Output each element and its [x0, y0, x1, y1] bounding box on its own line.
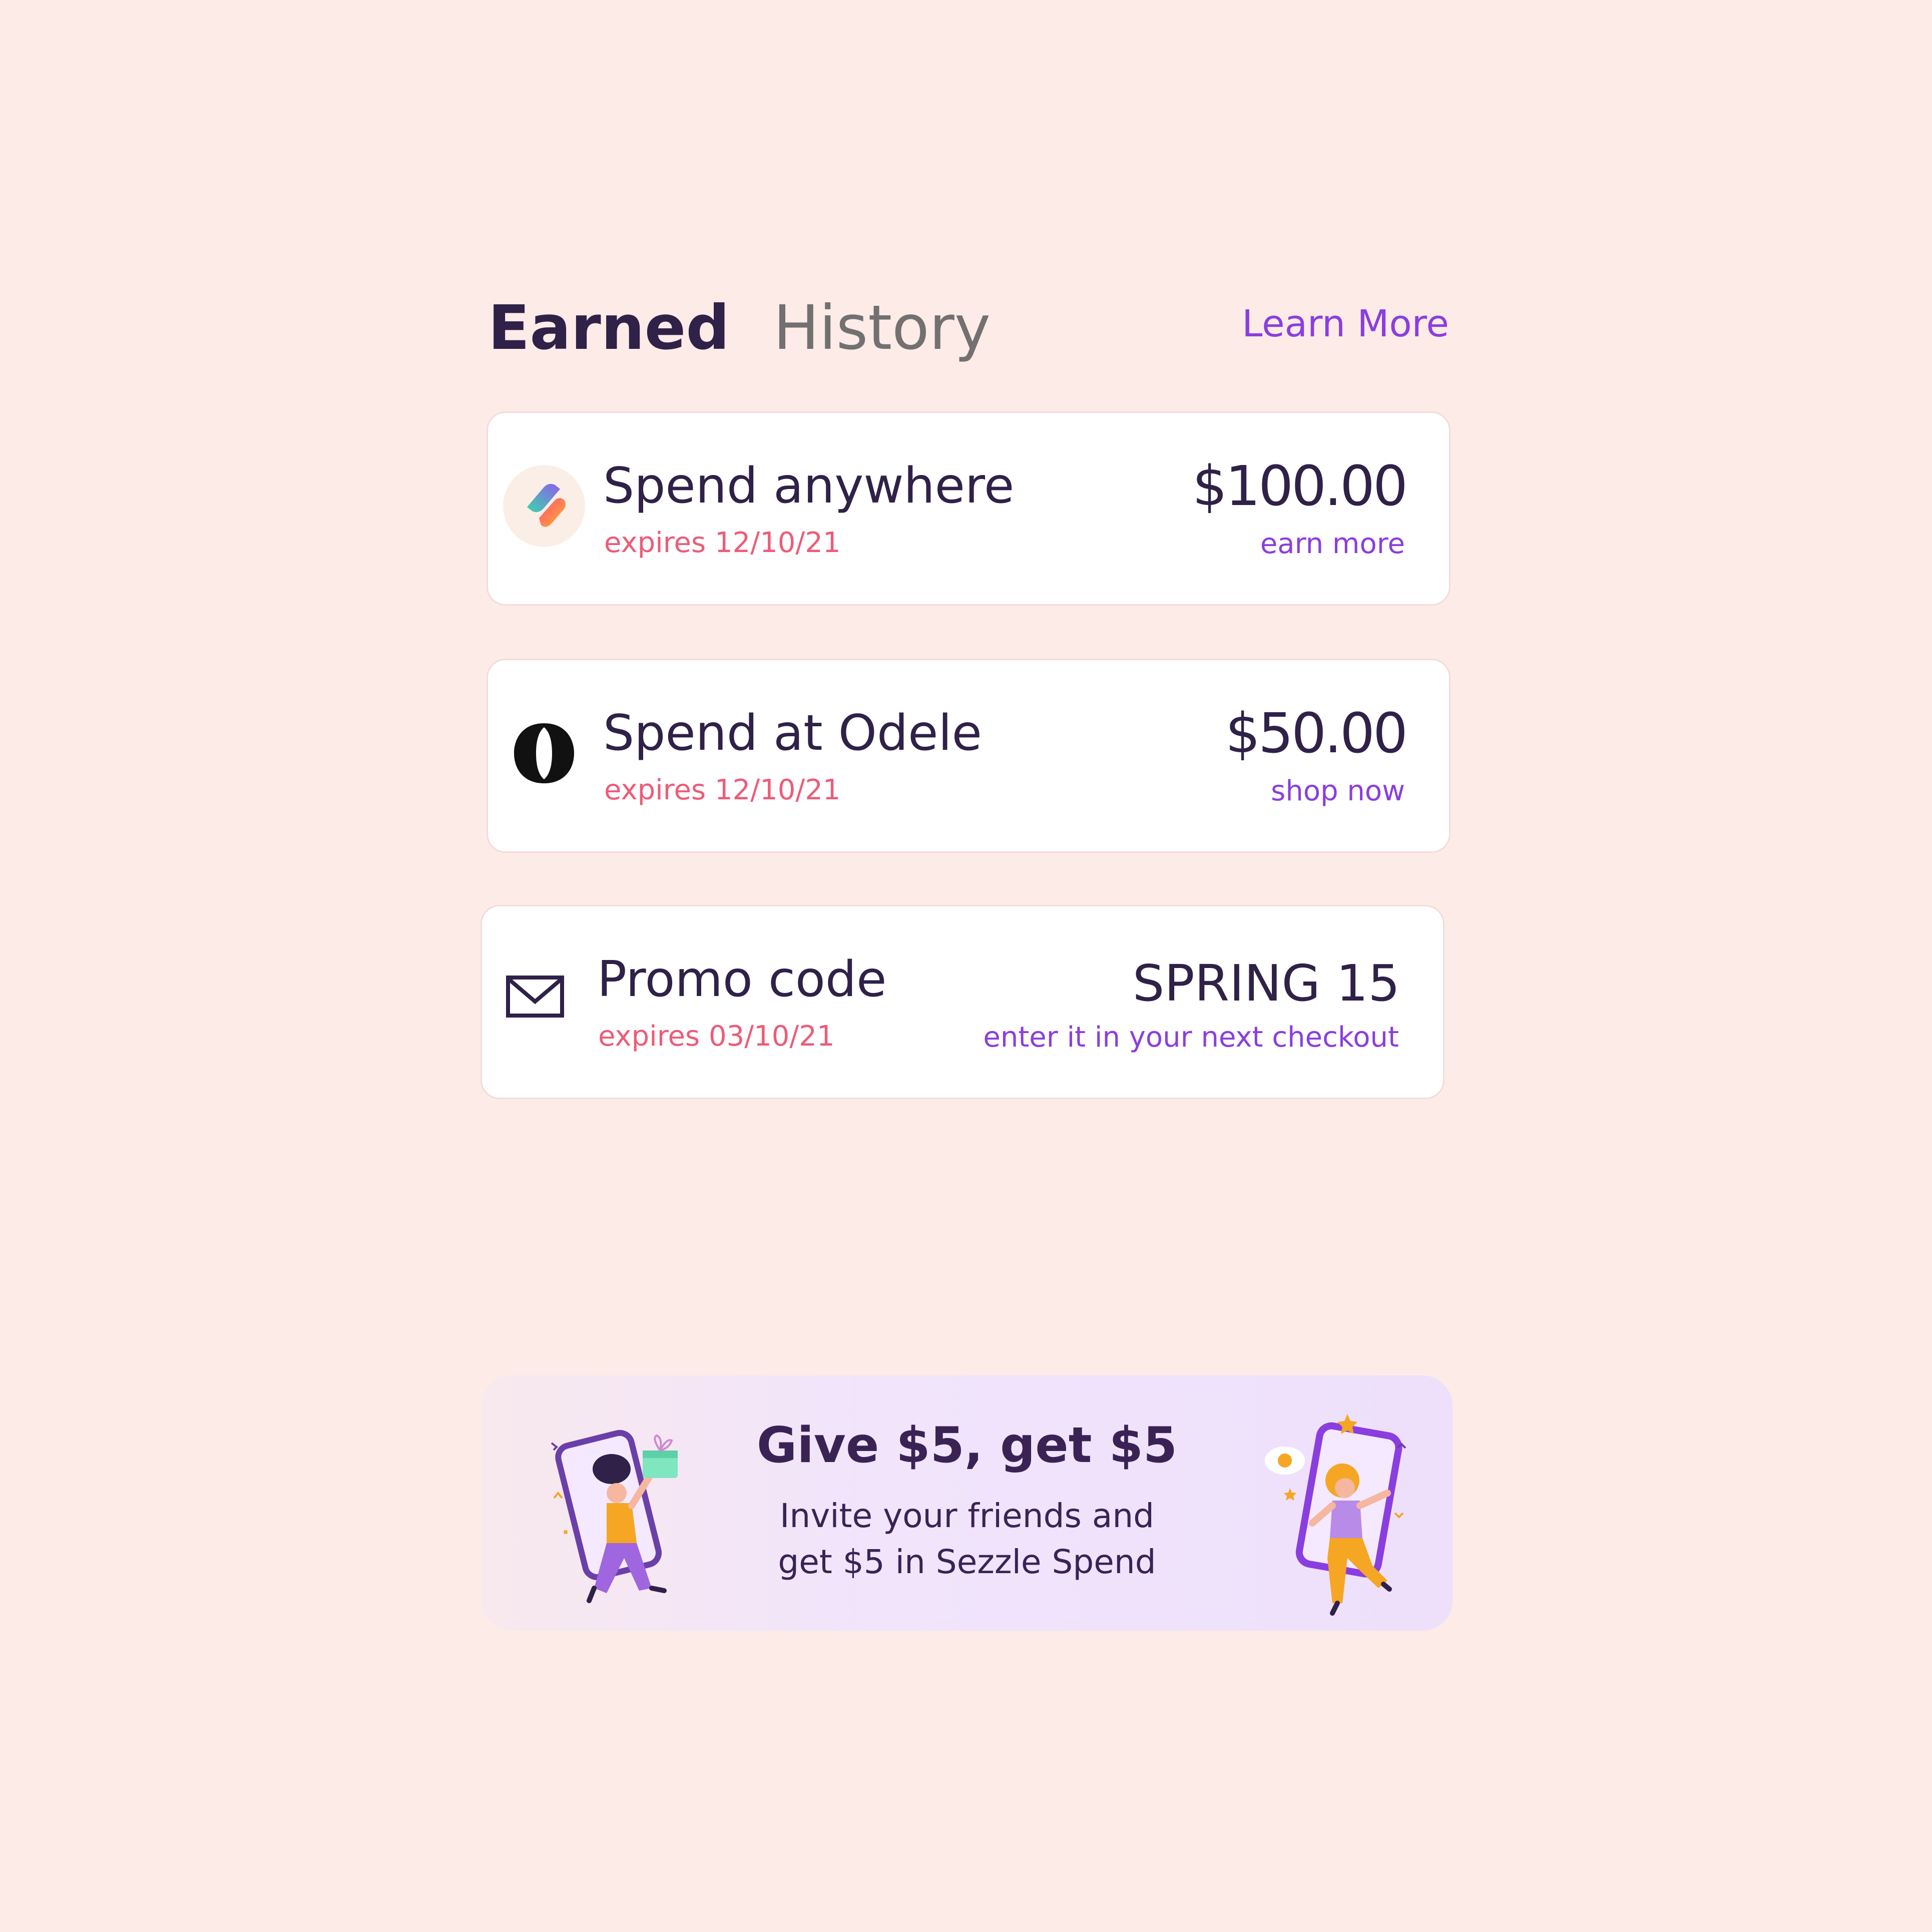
reward-card-odele[interactable]: Spend at Odele expires 12/10/21 $50.00 s… — [487, 659, 1451, 853]
learn-more-link[interactable]: Learn More — [1242, 299, 1449, 349]
earn-more-link[interactable]: earn more — [1260, 524, 1405, 564]
reward-amount: $100.00 — [1192, 454, 1408, 518]
tab-earned[interactable]: Earned — [488, 288, 730, 368]
odele-logo-icon — [503, 712, 585, 794]
reward-amount: $50.00 — [1225, 701, 1408, 765]
tab-bar: Earned History Learn More — [488, 288, 1449, 368]
promo-instruction: enter it in your next checkout — [983, 1021, 1399, 1054]
tab-history[interactable]: History — [773, 288, 991, 368]
sezzle-logo-icon — [503, 465, 585, 547]
reward-card-promo-code[interactable]: Promo code expires 03/10/21 SPRING 15 en… — [480, 905, 1444, 1099]
referral-banner[interactable]: Give $5, get $5 Invite your friends and … — [481, 1375, 1453, 1631]
card-title: Spend at Odele — [603, 705, 982, 762]
envelope-icon — [497, 958, 579, 1041]
expiry-date: expires 12/10/21 — [604, 527, 841, 559]
expiry-date: expires 03/10/21 — [598, 1020, 835, 1053]
friend-phone-illustration — [1247, 1393, 1427, 1623]
card-title: Spend anywhere — [603, 457, 1015, 515]
card-title: Promo code — [597, 951, 887, 1008]
reward-card-spend-anywhere[interactable]: Spend anywhere expires 12/10/21 $100.00 … — [487, 411, 1451, 606]
shop-now-link[interactable]: shop now — [1271, 771, 1405, 811]
promo-code-value: SPRING 15 — [1132, 954, 1400, 1013]
expiry-date: expires 12/10/21 — [604, 774, 841, 806]
